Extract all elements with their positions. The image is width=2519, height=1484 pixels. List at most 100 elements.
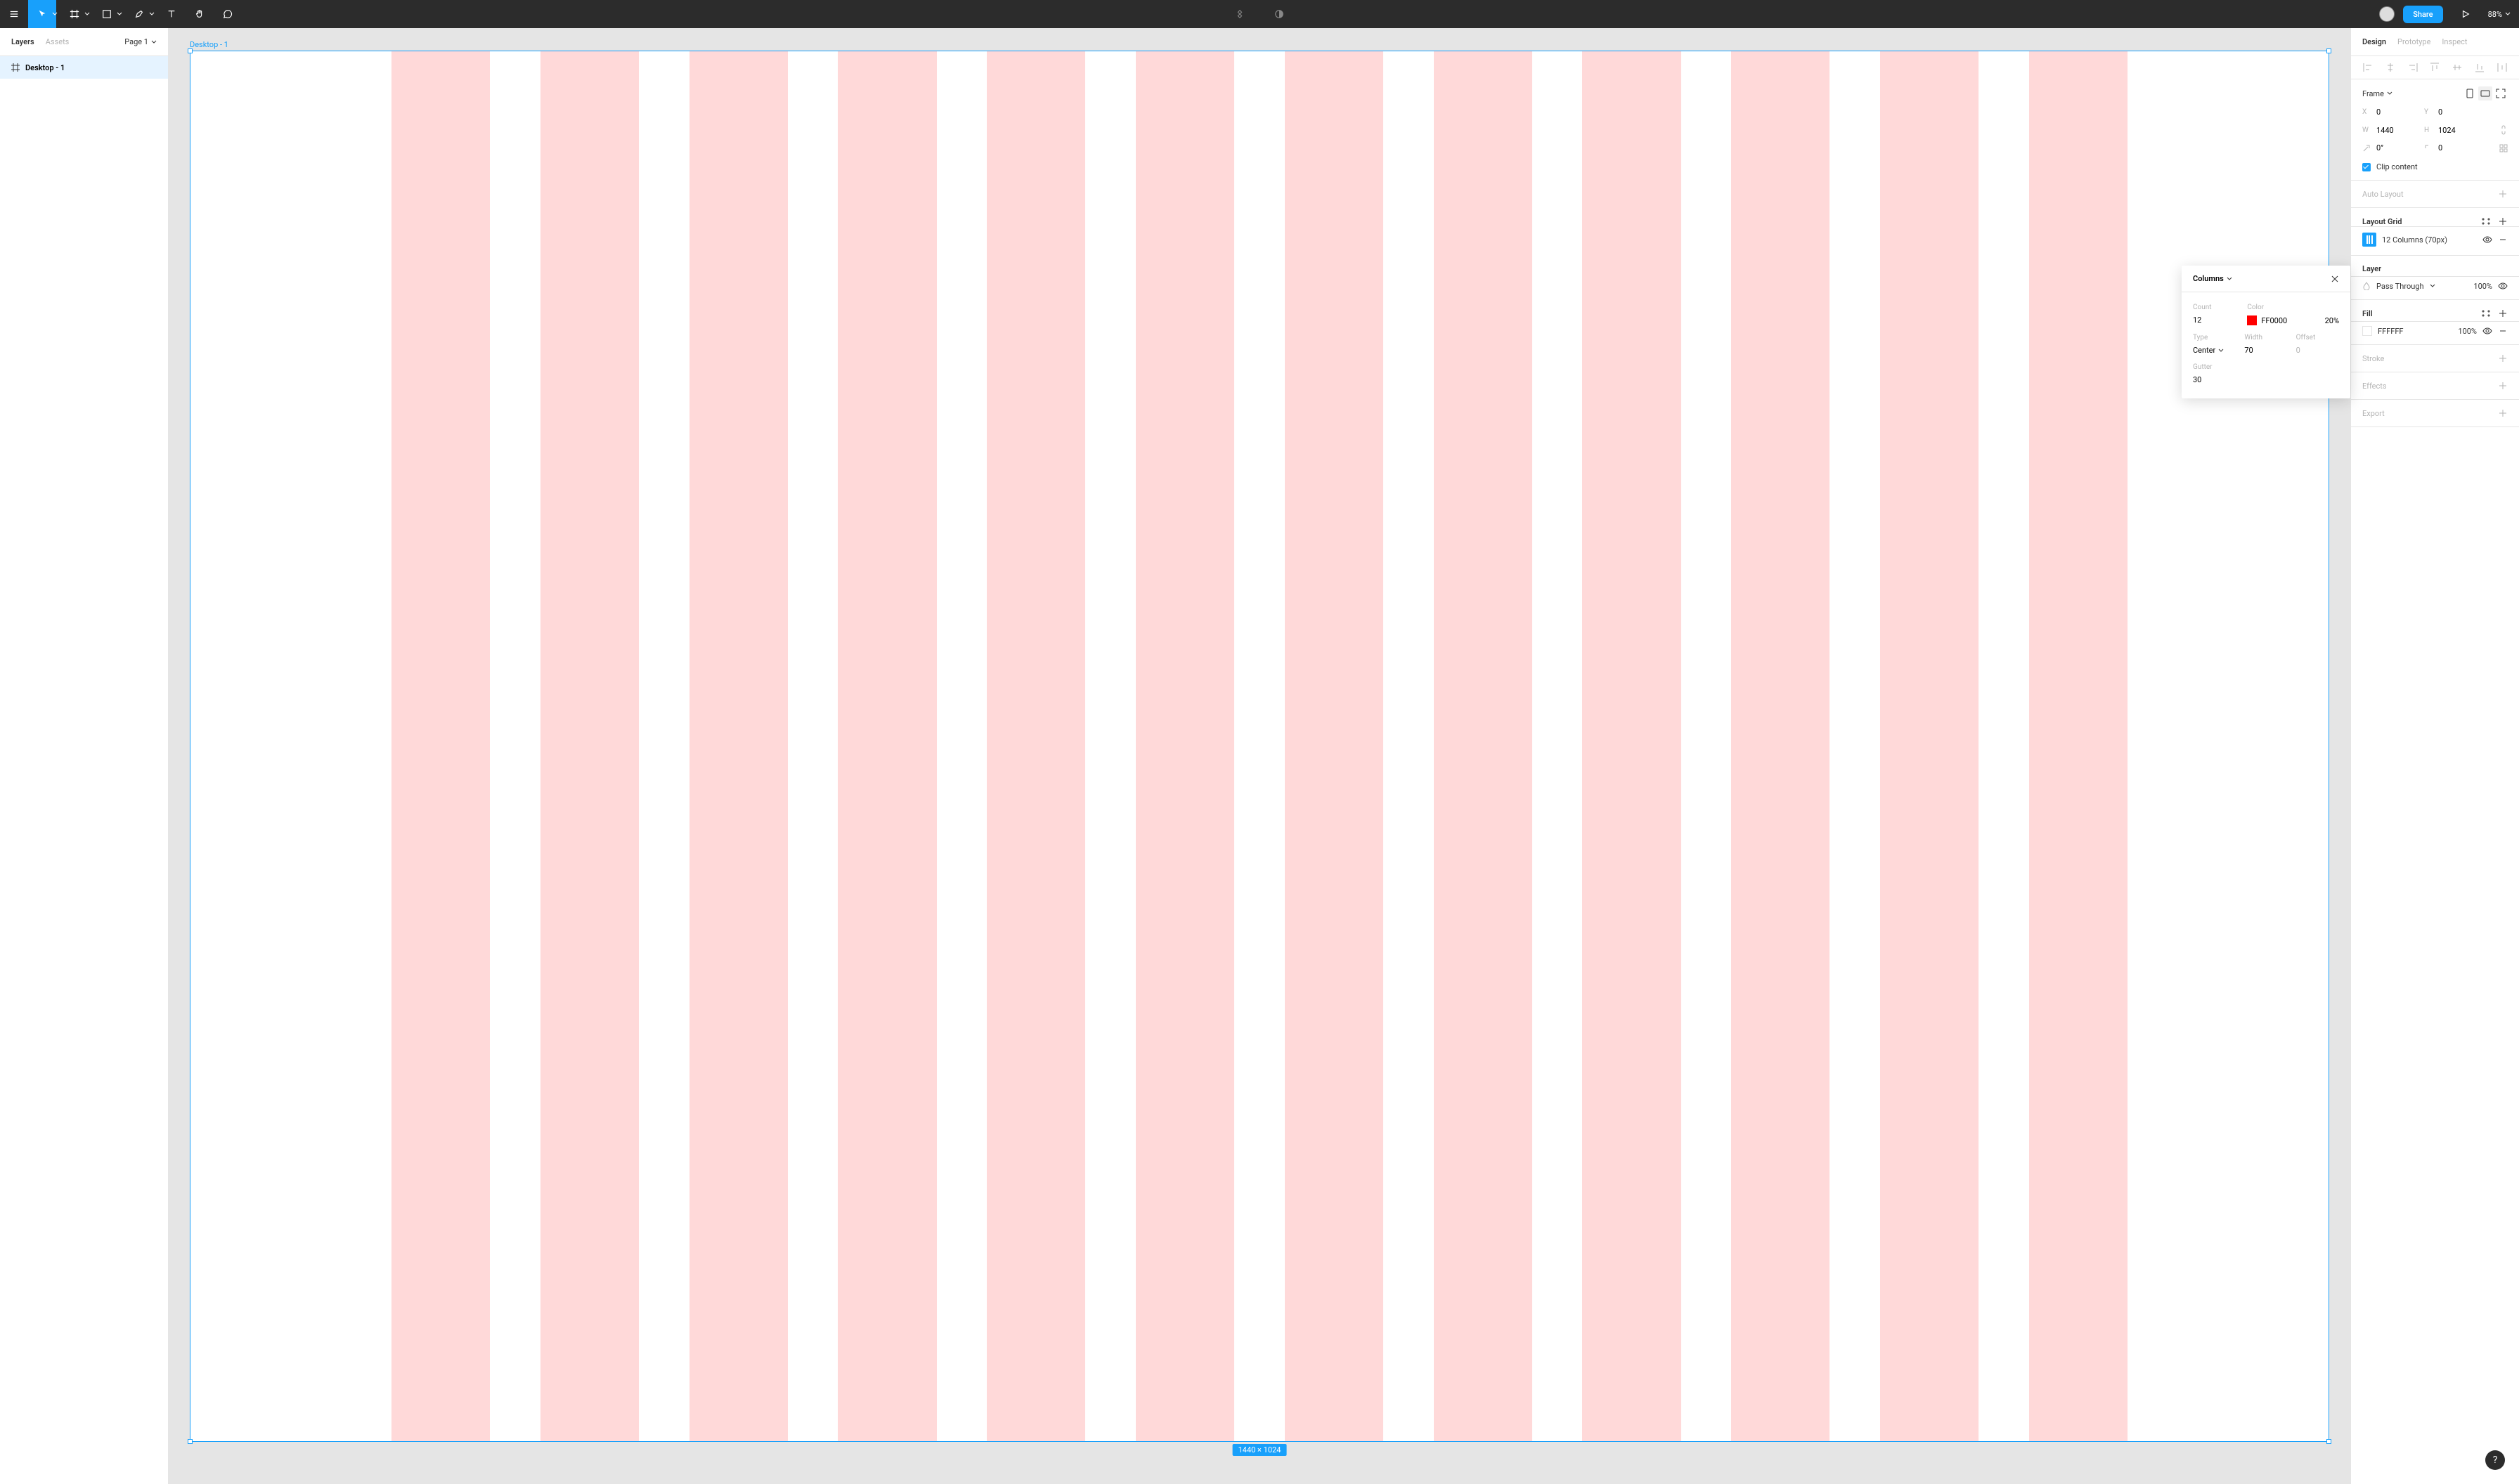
w-input[interactable]	[2376, 126, 2418, 135]
canvas[interactable]: Desktop - 1 1440 × 1024	[169, 28, 2350, 1484]
grid-color-hex[interactable]: FF0000	[2261, 316, 2287, 325]
layer-opacity[interactable]: 100%	[2473, 282, 2492, 291]
tab-assets[interactable]: Assets	[46, 37, 70, 46]
right-panel: Design Prototype Inspect Frame X Y	[2350, 28, 2519, 1484]
layer-name: Desktop - 1	[25, 63, 65, 72]
rotation-input[interactable]	[2376, 143, 2418, 152]
avatar[interactable]	[2379, 6, 2395, 22]
resize-to-fit[interactable]	[2494, 86, 2508, 100]
gutter-label: Gutter	[2193, 363, 2339, 371]
share-button[interactable]: Share	[2403, 6, 2442, 23]
distribute-icon[interactable]	[2497, 62, 2508, 73]
align-right-icon[interactable]	[2407, 62, 2418, 73]
remove-fill[interactable]	[2498, 326, 2508, 336]
handle-bottom-left[interactable]	[188, 1439, 193, 1444]
help-button[interactable]: ?	[2485, 1450, 2505, 1470]
dimensions-badge: 1440 × 1024	[1233, 1444, 1287, 1456]
mask-icon[interactable]	[1265, 0, 1293, 28]
radius-expand-icon[interactable]	[2499, 144, 2508, 152]
orient-portrait[interactable]	[2463, 86, 2477, 100]
layer-row[interactable]: Desktop - 1	[0, 56, 168, 79]
width-label: Width	[2244, 334, 2287, 341]
layer-visibility[interactable]	[2498, 281, 2508, 291]
page-selector[interactable]: Page 1	[124, 37, 157, 46]
grid-color-opacity[interactable]: 20%	[2325, 316, 2339, 325]
stroke-label: Stroke	[2362, 354, 2384, 363]
x-input[interactable]	[2376, 108, 2418, 117]
tab-layers[interactable]: Layers	[11, 37, 34, 46]
fill-styles[interactable]	[2481, 308, 2491, 318]
align-top-icon[interactable]	[2429, 62, 2440, 73]
fill-hex[interactable]: FFFFFF	[2378, 327, 2403, 336]
handle-bottom-right[interactable]	[2326, 1439, 2331, 1444]
count-input[interactable]: 12	[2193, 315, 2201, 325]
move-tool-chevron[interactable]	[52, 0, 58, 28]
hand-tool[interactable]	[186, 0, 214, 28]
frame-icon	[11, 63, 20, 72]
grid-item-label: 12 Columns (70px)	[2382, 235, 2477, 245]
auto-layout-label: Auto Layout	[2362, 190, 2404, 199]
close-icon[interactable]	[2331, 275, 2339, 283]
layer-section-label: Layer	[2362, 264, 2381, 273]
grid-item[interactable]: 12 Columns (70px)	[2351, 227, 2519, 256]
text-tool[interactable]	[157, 0, 186, 28]
remove-grid[interactable]	[2498, 235, 2508, 245]
grid-color-swatch[interactable]	[2247, 315, 2257, 325]
layout-grid-styles[interactable]	[2481, 216, 2491, 226]
add-stroke[interactable]	[2498, 353, 2508, 363]
add-auto-layout[interactable]	[2498, 189, 2508, 199]
width-input[interactable]: 70	[2244, 346, 2253, 355]
frame[interactable]	[190, 51, 2329, 1442]
count-label: Count	[2193, 304, 2239, 311]
right-panel-tabs: Design Prototype Inspect	[2351, 28, 2519, 56]
align-left-icon[interactable]	[2362, 62, 2374, 73]
y-input[interactable]	[2438, 108, 2480, 117]
pen-tool-chevron[interactable]	[149, 0, 155, 28]
present-button[interactable]	[2452, 0, 2480, 28]
add-effect[interactable]	[2498, 381, 2508, 391]
orient-landscape[interactable]	[2478, 86, 2492, 100]
gutter-input[interactable]: 30	[2193, 375, 2201, 384]
blend-mode[interactable]: Pass Through	[2376, 282, 2424, 291]
zoom-control[interactable]: 88%	[2488, 10, 2511, 19]
tab-design[interactable]: Design	[2362, 37, 2386, 46]
color-label: Color	[2247, 304, 2339, 311]
grid-visibility[interactable]	[2482, 235, 2492, 245]
fill-section-label: Fill	[2362, 309, 2373, 318]
tab-inspect[interactable]: Inspect	[2442, 37, 2467, 46]
type-select[interactable]: Center	[2193, 346, 2236, 355]
frame-type-label[interactable]: Frame	[2362, 89, 2384, 98]
clip-content-checkbox[interactable]	[2362, 163, 2371, 171]
left-panel-tabs: Layers Assets Page 1	[0, 28, 168, 56]
constrain-icon[interactable]	[2499, 125, 2508, 135]
clip-content-label: Clip content	[2376, 162, 2418, 171]
popup-title[interactable]: Columns	[2193, 274, 2224, 283]
left-panel: Layers Assets Page 1 Desktop - 1	[0, 28, 169, 1484]
comment-tool[interactable]	[214, 0, 242, 28]
add-layout-grid[interactable]	[2498, 216, 2508, 226]
components-icon[interactable]	[1226, 0, 1254, 28]
align-bottom-icon[interactable]	[2474, 62, 2485, 73]
shape-tool-chevron[interactable]	[117, 0, 122, 28]
frame-type-row: Frame	[2351, 79, 2519, 103]
toolbar-right: Share 88%	[2379, 0, 2519, 28]
align-vcenter-icon[interactable]	[2452, 62, 2463, 73]
menu-button[interactable]	[0, 0, 28, 28]
h-input[interactable]	[2438, 126, 2480, 135]
handle-top-left[interactable]	[188, 48, 193, 53]
fill-visibility[interactable]	[2482, 326, 2492, 336]
fill-swatch[interactable]	[2362, 326, 2372, 336]
radius-input[interactable]	[2438, 143, 2480, 152]
offset-input[interactable]: 0	[2296, 346, 2300, 355]
add-export[interactable]	[2498, 408, 2508, 418]
frame-tool-chevron[interactable]	[84, 0, 90, 28]
frame-label[interactable]: Desktop - 1	[190, 40, 228, 49]
clip-content-row[interactable]: Clip content	[2351, 157, 2519, 181]
layout-grid-label: Layout Grid	[2362, 217, 2402, 226]
add-fill[interactable]	[2498, 308, 2508, 318]
tab-prototype[interactable]: Prototype	[2397, 37, 2430, 46]
handle-top-right[interactable]	[2326, 48, 2331, 53]
columns-icon	[2362, 233, 2376, 247]
fill-opacity[interactable]: 100%	[2458, 327, 2477, 336]
align-hcenter-icon[interactable]	[2385, 62, 2396, 73]
